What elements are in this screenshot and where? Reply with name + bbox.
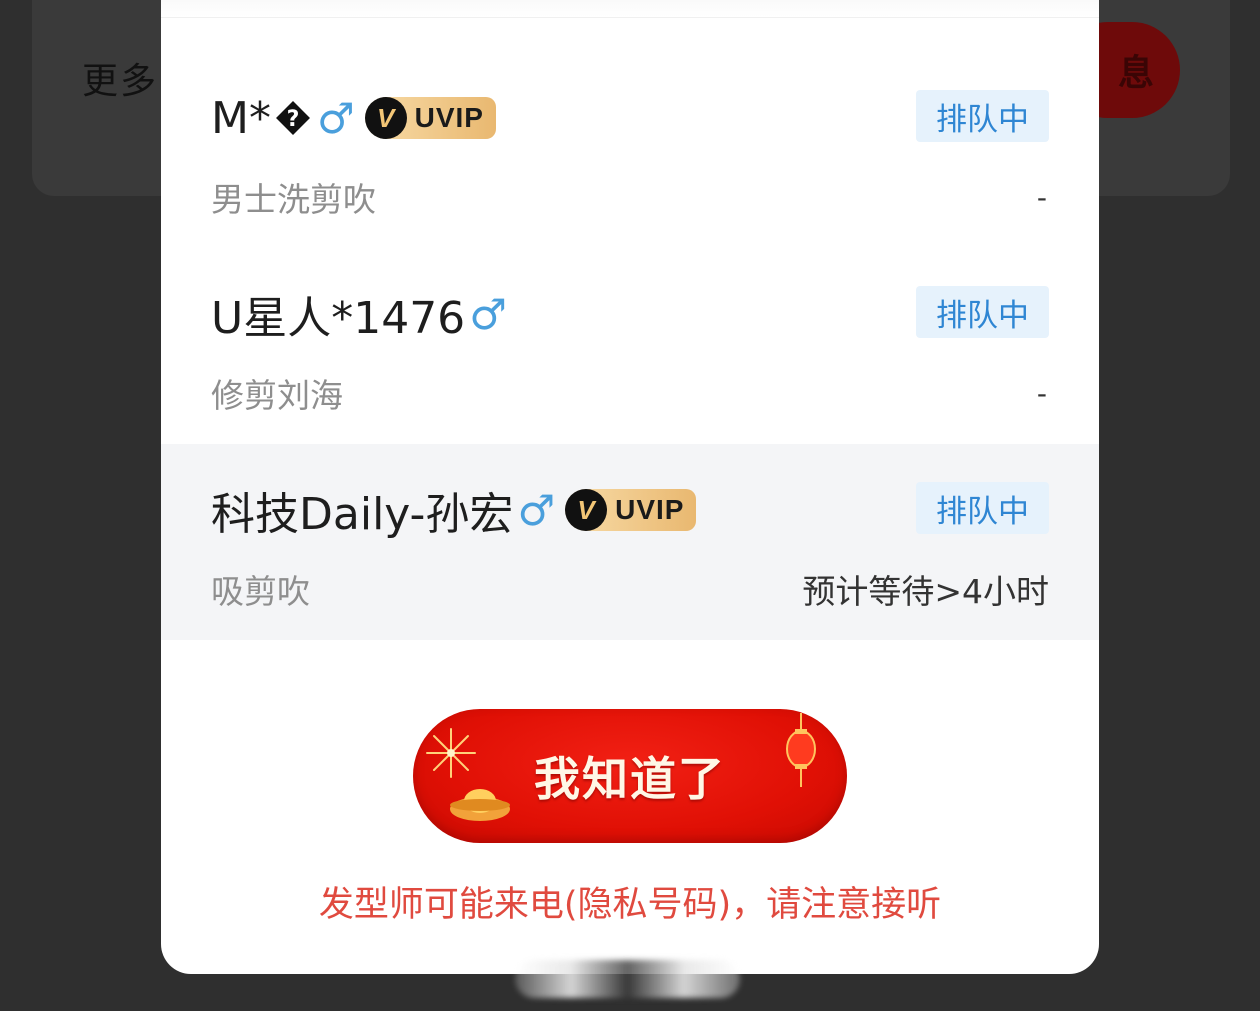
vip-badge-icon: V UVIP xyxy=(565,489,697,531)
male-icon: ♂ xyxy=(517,485,556,535)
wait-time: - xyxy=(1036,376,1047,410)
queue-row-header: M* ? ♂ V UVIP 排队中 xyxy=(211,88,1049,148)
queue-row-details: 修剪刘海 - xyxy=(211,368,1049,418)
wait-time: - xyxy=(1036,180,1047,214)
customer-name: 科技Daily-孙宏 xyxy=(211,489,514,540)
modal-scroll-edge xyxy=(161,0,1099,18)
vip-v-icon: V xyxy=(364,97,407,139)
male-icon: ♂ xyxy=(316,93,355,143)
vip-badge-text: UVIP xyxy=(615,494,685,525)
queue-row-header: U星人*1476 ♂ 排队中 xyxy=(211,284,1049,344)
status-badge: 排队中 xyxy=(916,90,1049,142)
status-badge: 排队中 xyxy=(916,286,1049,338)
lantern-icon xyxy=(786,713,816,787)
queue-row-header: 科技Daily-孙宏 ♂ V UVIP 排队中 xyxy=(211,480,1049,540)
customer-name: U星人*1476 xyxy=(211,293,466,344)
service-name: 男士洗剪吹 xyxy=(211,180,376,219)
confirm-button[interactable]: 我知道了 xyxy=(413,709,847,843)
queue-row-details: 吸剪吹 预计等待>4小时 xyxy=(211,564,1049,614)
queue-modal: M* ? ♂ V UVIP 排队中 男士洗剪吹 - U星人*1476 ♂ 排队中 xyxy=(161,0,1099,974)
unknown-glyph-icon: ? xyxy=(273,98,313,138)
vip-badge-text: UVIP xyxy=(414,102,484,133)
vip-v-icon: V xyxy=(565,489,608,531)
firework-icon xyxy=(426,728,476,778)
vip-badge-icon: V UVIP xyxy=(364,97,496,139)
redacted-region xyxy=(515,960,740,998)
unknown-glyph-text: ? xyxy=(287,107,300,132)
more-label: 更多 xyxy=(82,61,159,102)
service-name: 修剪刘海 xyxy=(211,376,343,415)
status-badge: 排队中 xyxy=(916,482,1049,534)
wait-time: 预计等待>4小时 xyxy=(802,572,1049,611)
queue-row-current-user: 科技Daily-孙宏 ♂ V UVIP 排队中 吸剪吹 预计等待>4小时 xyxy=(161,444,1099,640)
queue-row: U星人*1476 ♂ 排队中 修剪刘海 - xyxy=(161,256,1099,452)
gold-ingot-icon xyxy=(450,789,510,821)
male-icon: ♂ xyxy=(469,289,507,339)
customer-name: M* xyxy=(211,92,271,144)
background-action-label: 息 xyxy=(1117,53,1154,94)
confirm-button-label: 我知道了 xyxy=(534,752,726,806)
service-name: 吸剪吹 xyxy=(211,572,310,611)
phone-call-notice: 发型师可能来电(隐私号码)，请注意接听 xyxy=(318,885,942,925)
queue-row: M* ? ♂ V UVIP 排队中 男士洗剪吹 - xyxy=(161,60,1099,256)
queue-row-details: 男士洗剪吹 - xyxy=(211,172,1049,222)
